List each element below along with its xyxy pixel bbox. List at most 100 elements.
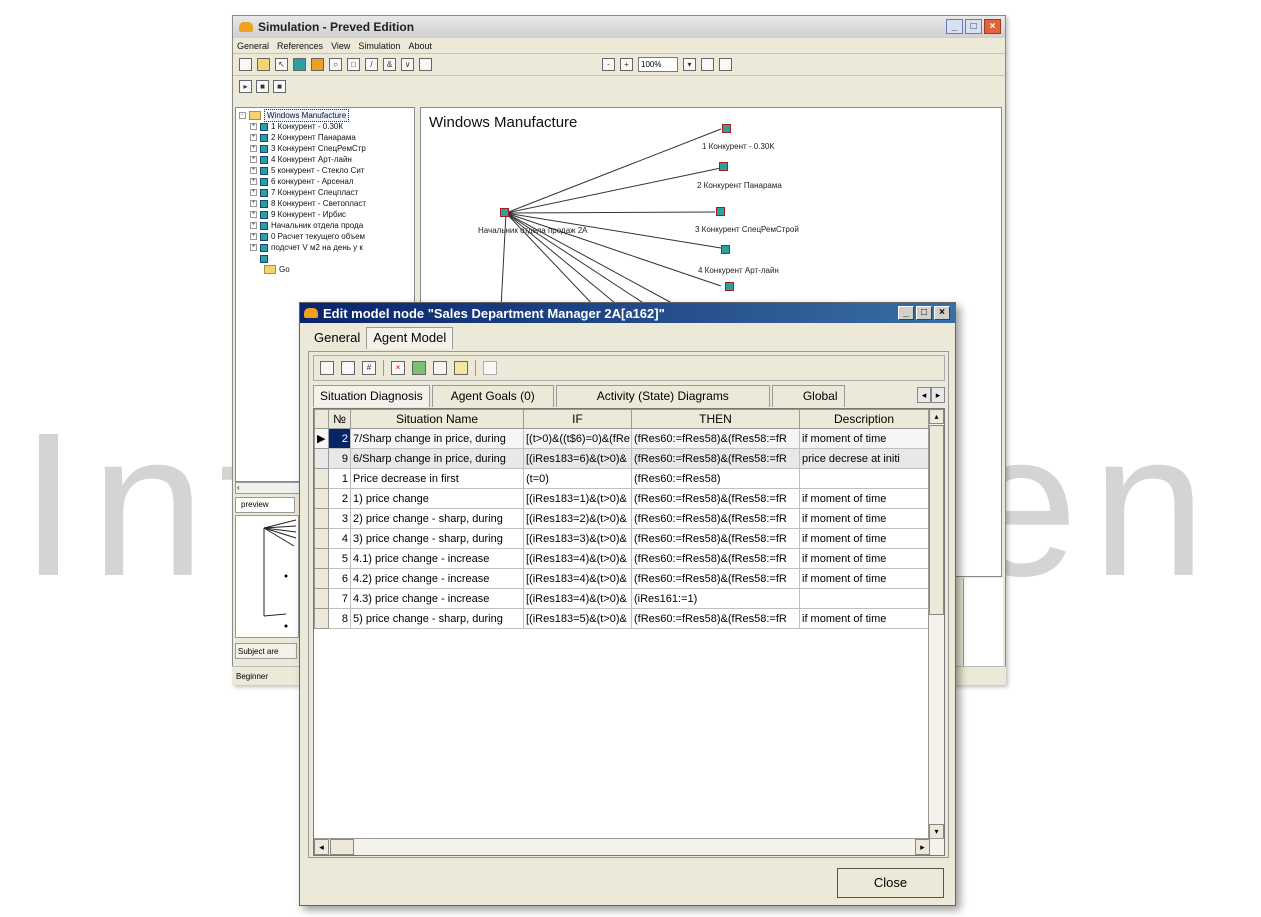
cell-name[interactable]: 4.3) price change - increase: [350, 588, 524, 609]
cell-number[interactable]: 6: [328, 568, 351, 589]
tab-scroll-left-icon[interactable]: ◂: [917, 387, 931, 403]
node-competitor-4[interactable]: [721, 245, 730, 254]
new-icon[interactable]: [239, 58, 252, 71]
tab-activity-diagrams[interactable]: Activity (State) Diagrams: [555, 385, 770, 407]
cell-number[interactable]: 1: [328, 468, 351, 489]
tab-global[interactable]: Global: [771, 385, 845, 407]
cell-then[interactable]: (fRes60:=fRes58)&(fRes58:=fR: [631, 528, 800, 549]
cell-number[interactable]: 7: [328, 588, 351, 609]
scroll-right-icon[interactable]: ▸: [915, 839, 930, 855]
cell-if[interactable]: [(iRes183=5)&(t>0)&: [523, 608, 632, 629]
table-row[interactable]: 1 Price decrease in first (t=0) (fRes60:=fR…: [314, 468, 929, 489]
paste-icon[interactable]: [454, 361, 468, 375]
table-row[interactable]: 8 5) price change - sharp, during [(iRes18…: [314, 608, 929, 629]
tree-item[interactable]: +0 Расчет текущего объем: [236, 231, 414, 242]
hscroll-thumb[interactable]: [330, 839, 354, 855]
cell-if[interactable]: [(iRes183=4)&(t>0)&: [523, 588, 632, 609]
play-icon[interactable]: ▸: [239, 79, 252, 93]
scroll-thumb[interactable]: [929, 425, 944, 615]
line-icon[interactable]: /: [365, 58, 378, 71]
maximize-button[interactable]: □: [965, 19, 982, 34]
col-then[interactable]: THEN: [631, 409, 800, 429]
node-icon[interactable]: [293, 58, 306, 71]
menu-references[interactable]: References: [277, 41, 323, 51]
node-sales-manager[interactable]: [500, 208, 509, 217]
table-row[interactable]: ▶ 2 7/Sharp change in price, during [(t>0)&…: [314, 428, 929, 449]
table-hscroll[interactable]: ◂ ▸: [314, 838, 944, 855]
node-competitor-3[interactable]: [716, 207, 725, 216]
menu-general[interactable]: General: [237, 41, 269, 51]
collapse-icon[interactable]: -: [239, 112, 246, 119]
table-row[interactable]: 9 6/Sharp change in price, during [(iRes18…: [314, 448, 929, 469]
tab-agent-model[interactable]: Agent Model: [366, 327, 454, 349]
cell-number[interactable]: 2: [328, 428, 351, 449]
cell-then[interactable]: (fRes60:=fRes58)&(fRes58:=fR: [631, 608, 800, 629]
refresh-icon[interactable]: [412, 361, 426, 375]
rect-icon[interactable]: □: [347, 58, 360, 71]
zoom-select[interactable]: 100%: [638, 57, 678, 72]
tree-item[interactable]: +3 Конкурент СпецРемСтр: [236, 143, 414, 154]
cell-name[interactable]: 4.1) price change - increase: [350, 548, 524, 569]
tree-scrollbar[interactable]: ‹: [235, 482, 301, 494]
cell-name[interactable]: 7/Sharp change in price, during: [350, 428, 524, 449]
pointer-icon[interactable]: ↖: [275, 58, 288, 71]
pause-icon[interactable]: ■: [256, 79, 269, 93]
zoom-out-icon[interactable]: -: [602, 58, 615, 71]
cell-description[interactable]: price decrese at initi: [799, 448, 929, 469]
cell-name[interactable]: 4.2) price change - increase: [350, 568, 524, 589]
cell-if[interactable]: [(t>0)&((t$6)=0)&(fRe: [523, 428, 632, 449]
copy-icon[interactable]: [433, 361, 447, 375]
cell-description[interactable]: if moment of time: [799, 568, 929, 589]
scroll-down-icon[interactable]: ▾: [929, 824, 944, 839]
cell-name[interactable]: 5) price change - sharp, during: [350, 608, 524, 629]
tree-item[interactable]: [236, 253, 414, 264]
cell-if[interactable]: (t=0): [523, 468, 632, 489]
node-competitor-5[interactable]: [725, 282, 734, 291]
edit-icon[interactable]: [341, 361, 355, 375]
cell-description[interactable]: [799, 588, 929, 609]
cell-description[interactable]: if moment of time: [799, 428, 929, 449]
table-row[interactable]: 6 4.2) price change - increase [(iRes183=4…: [314, 568, 929, 589]
and-icon[interactable]: &: [383, 58, 396, 71]
cell-if[interactable]: [(iRes183=1)&(t>0)&: [523, 488, 632, 509]
cell-name[interactable]: 1) price change: [350, 488, 524, 509]
book-icon[interactable]: [701, 58, 714, 71]
chart-icon[interactable]: [719, 58, 732, 71]
cell-description[interactable]: if moment of time: [799, 528, 929, 549]
zoom-in-icon[interactable]: +: [620, 58, 633, 71]
table-row[interactable]: 3 2) price change - sharp, during [(iRes18…: [314, 508, 929, 529]
cell-name[interactable]: 2) price change - sharp, during: [350, 508, 524, 529]
table-row[interactable]: 2 1) price change [(iRes183=1)&(t>0)& (fRes…: [314, 488, 929, 509]
cell-if[interactable]: [(iRes183=4)&(t>0)&: [523, 568, 632, 589]
node-competitor-2[interactable]: [719, 162, 728, 171]
tab-general[interactable]: General: [308, 328, 366, 350]
cell-description[interactable]: if moment of time: [799, 548, 929, 569]
cell-number[interactable]: 3: [328, 508, 351, 529]
cell-if[interactable]: [(iRes183=2)&(t>0)&: [523, 508, 632, 529]
menu-simulation[interactable]: Simulation: [358, 41, 400, 51]
tree-folder[interactable]: Go: [236, 264, 414, 275]
table-row[interactable]: 4 3) price change - sharp, during [(iRes18…: [314, 528, 929, 549]
col-number[interactable]: №: [328, 409, 351, 429]
tree-item[interactable]: +5 конкурент - Стекло Сит: [236, 165, 414, 176]
cell-then[interactable]: (iRes161:=1): [631, 588, 800, 609]
cell-number[interactable]: 5: [328, 548, 351, 569]
stop-icon[interactable]: ■: [273, 79, 286, 93]
cell-number[interactable]: 9: [328, 448, 351, 469]
tree-root[interactable]: - Windows Manufacture: [236, 109, 414, 122]
dialog-maximize-button[interactable]: □: [916, 306, 932, 320]
tree-item[interactable]: +8 Конкурент - Светопласт: [236, 198, 414, 209]
tree-item[interactable]: +1 Конкурент - 0.30К: [236, 121, 414, 132]
chevron-down-icon[interactable]: ▾: [683, 58, 696, 71]
cell-if[interactable]: [(iRes183=3)&(t>0)&: [523, 528, 632, 549]
or-icon[interactable]: ∨: [401, 58, 414, 71]
cell-then[interactable]: (fRes60:=fRes58)&(fRes58:=fR: [631, 508, 800, 529]
grid-icon[interactable]: #: [362, 361, 376, 375]
cell-then[interactable]: (fRes60:=fRes58)&(fRes58:=fR: [631, 428, 800, 449]
tree-item[interactable]: +9 Конкурент - Ирбис: [236, 209, 414, 220]
tab-scroll-right-icon[interactable]: ▸: [931, 387, 945, 403]
cell-number[interactable]: 2: [328, 488, 351, 509]
table-row[interactable]: 5 4.1) price change - increase [(iRes183=4…: [314, 548, 929, 569]
close-icon[interactable]: ×: [984, 19, 1001, 34]
cell-if[interactable]: [(iRes183=6)&(t>0)&: [523, 448, 632, 469]
